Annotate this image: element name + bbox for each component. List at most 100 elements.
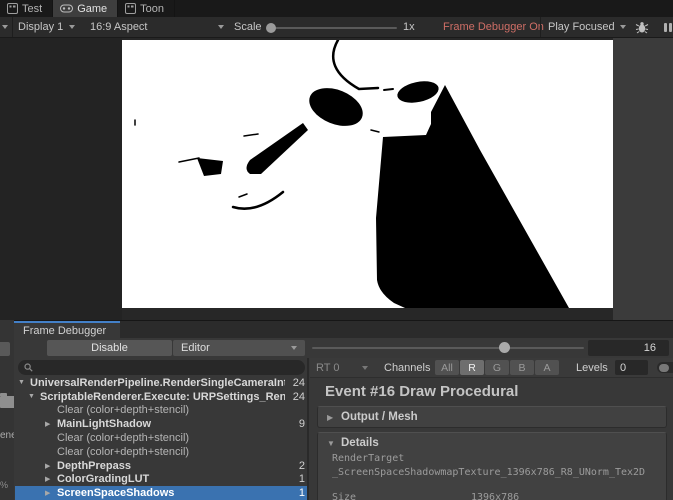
- channels-label: Channels: [384, 358, 430, 378]
- frame-debugger-tab-bar: Frame Debugger: [14, 321, 673, 338]
- event-slider[interactable]: [312, 347, 584, 349]
- search-input[interactable]: [18, 360, 305, 375]
- channel-button-g[interactable]: G: [485, 360, 509, 375]
- pane-divider[interactable]: [307, 358, 309, 500]
- panel-icon: [125, 3, 136, 14]
- event-slider-thumb[interactable]: [499, 342, 510, 353]
- foldout-arrow-icon[interactable]: ▶: [45, 420, 57, 428]
- shadow-shape: [197, 158, 223, 176]
- shadow-shape: [395, 78, 440, 106]
- tree-row[interactable]: ▶ScreenSpaceShadows1: [15, 486, 307, 500]
- levels-field[interactable]: 0: [615, 360, 648, 375]
- tab-frame-debugger[interactable]: Frame Debugger: [14, 321, 120, 338]
- shadow-shape: [244, 134, 258, 136]
- search-icon: [24, 363, 33, 372]
- tree-row[interactable]: Clear (color+depth+stencil): [15, 445, 307, 459]
- tree-row[interactable]: ▶ColorGradingLUT1: [15, 473, 307, 487]
- tab-game[interactable]: Game: [53, 0, 118, 17]
- tree-row-label: ColorGradingLUT: [57, 473, 285, 485]
- stats-button-partial[interactable]: [664, 17, 672, 37]
- tree-row[interactable]: ▼ScriptableRenderer.Execute: URPSettings…: [15, 390, 307, 404]
- channel-buttons: AllRGBA: [435, 360, 559, 375]
- game-view-letterbox-right: [613, 38, 673, 320]
- frame-debugger-toolbar: Disable Editor 16: [14, 338, 673, 358]
- scale-label: Scale: [234, 17, 262, 37]
- background-panel-fragment: enes %: [0, 320, 14, 500]
- event-number-field[interactable]: 16: [588, 340, 669, 356]
- shadow-shape: [333, 40, 378, 89]
- rt-dropdown-label: RT 0: [316, 362, 339, 374]
- window-tab-bar: Test Game Toon: [0, 0, 673, 17]
- foldout-arrow-icon[interactable]: ▶: [45, 475, 57, 483]
- tree-row[interactable]: Clear (color+depth+stencil): [15, 404, 307, 418]
- game-render-canvas[interactable]: [122, 40, 613, 308]
- target-dropdown[interactable]: Editor: [173, 340, 305, 356]
- display-dropdown[interactable]: Display 1: [18, 17, 75, 37]
- scale-slider[interactable]: [270, 27, 397, 29]
- gamepad-icon: [60, 4, 73, 13]
- tree-row-label: Clear (color+depth+stencil): [57, 446, 285, 458]
- aspect-dropdown[interactable]: 16:9 Aspect: [90, 17, 227, 37]
- tree-row-count: 9: [285, 418, 305, 430]
- chevron-down-icon: [362, 366, 368, 370]
- tree-row-count: 24: [285, 377, 305, 389]
- tree-row[interactable]: ▼UniversalRenderPipeline.RenderSingleCam…: [15, 376, 307, 390]
- unity-editor-screen: Test Game Toon Display 1 16:9 Aspect Sca…: [0, 0, 673, 500]
- game-view: [0, 38, 673, 320]
- foldout-arrow-icon[interactable]: ▶: [45, 462, 57, 470]
- rt-dropdown-chevron[interactable]: [362, 358, 368, 378]
- stray-dropdown[interactable]: [2, 17, 8, 37]
- levels-slider[interactable]: [657, 362, 673, 373]
- play-focused-chevron[interactable]: [620, 17, 626, 37]
- tree-row-label: MainLightShadow: [57, 418, 285, 430]
- tree-row[interactable]: Clear (color+depth+stencil): [15, 431, 307, 445]
- partial-button: [0, 342, 10, 356]
- play-focused-dropdown[interactable]: Play Focused: [548, 17, 615, 37]
- render-target-label: RenderTarget: [332, 453, 404, 464]
- tree-row-count: 24: [285, 391, 305, 403]
- disable-button[interactable]: Disable: [47, 340, 172, 356]
- tree-row-count: 1: [285, 473, 305, 485]
- channel-button-all[interactable]: All: [435, 360, 459, 375]
- shadow-shape: [247, 123, 309, 174]
- debug-bug-button[interactable]: [635, 17, 649, 37]
- tab-test-label: Test: [22, 3, 42, 15]
- tab-toon[interactable]: Toon: [118, 0, 175, 17]
- channel-button-a[interactable]: A: [535, 360, 559, 375]
- shadow-shape: [384, 89, 393, 90]
- shadow-shape: [371, 130, 379, 132]
- output-mesh-section[interactable]: ▶ Output / Mesh: [317, 406, 667, 428]
- channel-button-r[interactable]: R: [460, 360, 484, 375]
- tree-row[interactable]: ▶DepthPrepass2: [15, 459, 307, 473]
- tree-row-label: ScriptableRenderer.Execute: URPSettings_…: [40, 391, 285, 403]
- channel-button-b[interactable]: B: [510, 360, 534, 375]
- foldout-arrow-icon[interactable]: ▼: [28, 393, 40, 400]
- foldout-arrow-icon[interactable]: ▼: [18, 379, 30, 386]
- details-label: Details: [341, 437, 379, 449]
- levels-slider-thumb[interactable]: [659, 364, 669, 372]
- aspect-dropdown-label: 16:9 Aspect: [90, 21, 148, 33]
- chevron-down-icon: [69, 25, 75, 29]
- stats-icon: [669, 23, 672, 32]
- levels-label: Levels: [576, 358, 608, 378]
- tab-toon-label: Toon: [140, 3, 164, 15]
- foldout-right-icon: ▶: [327, 413, 337, 422]
- scale-slider-thumb[interactable]: [266, 23, 276, 33]
- event-title: Event #16 Draw Procedural: [325, 383, 518, 400]
- divider: [12, 17, 13, 37]
- display-dropdown-label: Display 1: [18, 21, 63, 33]
- rt-dropdown[interactable]: RT 0: [316, 358, 339, 378]
- tree-row[interactable]: ▶MainLightShadow9: [15, 417, 307, 431]
- shadow-shape: [239, 194, 247, 197]
- output-mesh-label: Output / Mesh: [341, 411, 418, 423]
- event-details-pane: RT 0 Channels AllRGBA Levels 0 Event #16…: [310, 358, 673, 500]
- foldout-arrow-icon[interactable]: ▶: [45, 489, 57, 497]
- divider: [540, 17, 541, 37]
- frame-debugger-window: Frame Debugger Disable Editor 16 ▼Univer…: [14, 320, 673, 500]
- folder-icon: [0, 396, 14, 408]
- tab-test[interactable]: Test: [0, 0, 53, 17]
- render-target-toolbar: RT 0 Channels AllRGBA Levels 0: [310, 358, 673, 378]
- details-header[interactable]: ▼ Details: [318, 433, 666, 453]
- shadow-shape: [233, 192, 283, 209]
- tree-row-label: ScreenSpaceShadows: [57, 487, 285, 499]
